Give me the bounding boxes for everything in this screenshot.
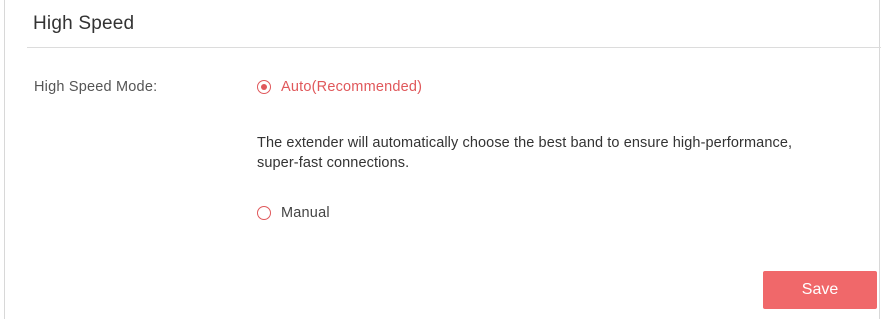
section-title: High Speed (33, 13, 135, 34)
radio-button-manual[interactable] (257, 206, 271, 220)
radio-label-auto[interactable]: Auto(Recommended) (281, 79, 422, 95)
radio-option-manual[interactable]: Manual (257, 205, 330, 221)
high-speed-panel: High Speed High Speed Mode: Auto(Recomme… (4, 0, 881, 319)
title-divider (27, 47, 881, 48)
radio-option-auto[interactable]: Auto(Recommended) (257, 79, 422, 95)
save-button[interactable]: Save (763, 271, 877, 309)
radio-label-manual[interactable]: Manual (281, 205, 330, 221)
radio-button-auto[interactable] (257, 80, 271, 94)
auto-mode-description: The extender will automatically choose t… (257, 135, 793, 171)
high-speed-mode-label: High Speed Mode: (34, 79, 158, 95)
